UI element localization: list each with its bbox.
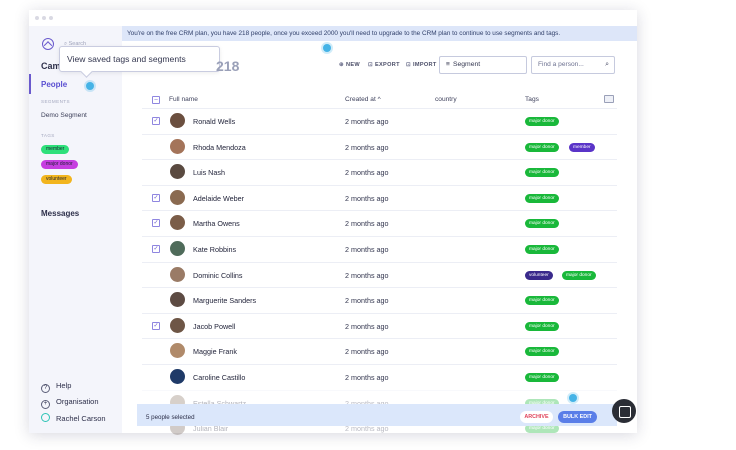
column-created-at[interactable]: Created at ^ xyxy=(345,96,381,103)
person-name[interactable]: Kate Robbins xyxy=(193,245,236,254)
logo-icon[interactable] xyxy=(42,38,54,50)
tag-badge[interactable]: major donor xyxy=(525,219,559,229)
person-name[interactable]: Marguerite Sanders xyxy=(193,296,256,305)
plan-banner: You're on the free CRM plan, you have 21… xyxy=(122,26,637,41)
sidebar-tag-member[interactable]: member xyxy=(41,145,70,154)
add-user-icon: ⊕ xyxy=(339,62,344,68)
created-at-value: 2 months ago xyxy=(345,193,389,203)
avatar xyxy=(41,413,50,422)
avatar xyxy=(170,138,185,154)
hint-dot-icon[interactable] xyxy=(323,44,331,52)
window-dot-icon xyxy=(35,16,39,20)
column-settings-icon[interactable] xyxy=(604,95,614,103)
column-country[interactable]: country xyxy=(435,96,457,103)
export-button[interactable]: ⊡ EXPORT xyxy=(368,62,400,68)
person-name[interactable]: Rhoda Mendoza xyxy=(193,143,246,152)
person-name[interactable]: Adelaide Weber xyxy=(193,194,244,203)
created-at-value: 2 months ago xyxy=(345,219,389,229)
search-icon: ⌕ xyxy=(605,61,609,68)
created-at-value: 2 months ago xyxy=(345,117,389,126)
people-count-title: 218 xyxy=(216,58,240,74)
select-all-checkbox[interactable]: – xyxy=(152,96,160,104)
person-name[interactable]: Luis Nash xyxy=(193,168,225,177)
window-dot-icon xyxy=(42,16,46,20)
created-at-value: 2 months ago xyxy=(345,245,389,254)
tags-heading: TAGS xyxy=(41,133,55,138)
row-checkbox[interactable]: ✓ xyxy=(152,193,160,202)
avatar xyxy=(170,266,185,282)
created-at-value: 2 months ago xyxy=(345,168,389,178)
row-checkbox[interactable]: ✓ xyxy=(152,117,160,125)
nav-active-indicator xyxy=(29,74,31,94)
person-name[interactable]: Maggie Frank xyxy=(193,347,237,356)
column-tags[interactable]: Tags xyxy=(525,96,539,103)
created-at-value: 2 months ago xyxy=(345,321,389,331)
tag-badge[interactable]: member xyxy=(569,142,595,152)
person-name[interactable]: Dominic Collins xyxy=(193,271,243,280)
row-checkbox[interactable]: ✓ xyxy=(152,321,160,330)
tag-badge[interactable]: major donor xyxy=(525,193,559,203)
app-name: Cam xyxy=(41,61,61,71)
avatar xyxy=(170,369,185,384)
help-icon: ? xyxy=(41,384,50,393)
avatar xyxy=(170,241,185,256)
row-checkbox[interactable]: ✓ xyxy=(152,245,160,253)
archive-button[interactable]: ARCHIVE xyxy=(520,411,553,423)
person-name[interactable]: Martha Owens xyxy=(193,219,240,228)
title-bar xyxy=(29,10,637,26)
tag-badge[interactable]: major donor xyxy=(562,270,596,280)
sidebar-item-organisation[interactable]: + Organisation xyxy=(41,397,99,409)
avatar xyxy=(170,113,185,128)
tag-badge[interactable]: major donor xyxy=(525,296,559,306)
export-icon: ⊡ xyxy=(368,62,373,68)
segment-select[interactable]: ≡ Segment xyxy=(439,56,527,74)
tag-badge[interactable]: major donor xyxy=(525,142,559,152)
avatar xyxy=(170,317,185,333)
window-dot-icon xyxy=(49,16,53,20)
created-at-value: 2 months ago xyxy=(345,296,389,306)
sidebar-tag-major-donor[interactable]: major donor xyxy=(41,160,78,169)
tag-badge[interactable]: major donor xyxy=(525,117,559,126)
tag-badge[interactable]: major donor xyxy=(525,245,559,254)
created-at-value: 2 months ago xyxy=(345,142,389,152)
sidebar-tag-volunteer[interactable]: volunteer xyxy=(41,175,72,184)
globe-icon: + xyxy=(41,400,50,409)
tag-badge[interactable]: major donor xyxy=(525,373,559,382)
sidebar-item-demo-segment[interactable]: Demo Segment xyxy=(41,112,87,119)
import-icon: ⊡ xyxy=(406,62,411,68)
column-full-name[interactable]: Full name xyxy=(169,96,198,103)
created-at-value: 2 months ago xyxy=(345,270,389,280)
created-at-value: 2 months ago xyxy=(345,347,389,357)
sidebar-item-people[interactable]: People xyxy=(41,80,67,89)
new-button[interactable]: ⊕ NEW xyxy=(339,62,360,68)
sidebar-item-user[interactable]: Rachel Carson xyxy=(41,413,106,423)
person-name[interactable]: Ronald Wells xyxy=(193,117,235,126)
segments-heading: SEGMENTS xyxy=(41,99,70,104)
filter-icon: ≡ xyxy=(446,61,450,68)
find-person-input[interactable]: Find a person... ⌕ xyxy=(531,56,615,74)
tag-badge[interactable]: volunteer xyxy=(525,270,553,280)
sidebar-item-help[interactable]: ? Help xyxy=(41,381,71,393)
tooltip: View saved tags and segments xyxy=(59,46,220,72)
tag-badge[interactable]: major donor xyxy=(525,321,559,331)
bulk-edit-button[interactable]: BULK EDIT xyxy=(558,411,597,423)
person-name[interactable]: Caroline Castillo xyxy=(193,373,245,382)
chat-icon[interactable] xyxy=(612,399,636,423)
sidebar-item-messages[interactable]: Messages xyxy=(41,209,79,218)
selected-count: 5 people selected xyxy=(146,414,195,421)
tag-badge[interactable]: major donor xyxy=(525,168,559,178)
row-checkbox[interactable]: ✓ xyxy=(152,219,160,228)
import-button[interactable]: ⊡ IMPORT xyxy=(406,62,437,68)
person-name[interactable]: Jacob Powell xyxy=(193,322,235,331)
hint-dot-icon[interactable] xyxy=(86,82,94,90)
tag-badge[interactable]: major donor xyxy=(525,347,559,357)
avatar xyxy=(170,189,185,205)
sort-up-icon: ^ xyxy=(377,96,381,103)
created-at-value: 2 months ago xyxy=(345,373,389,382)
